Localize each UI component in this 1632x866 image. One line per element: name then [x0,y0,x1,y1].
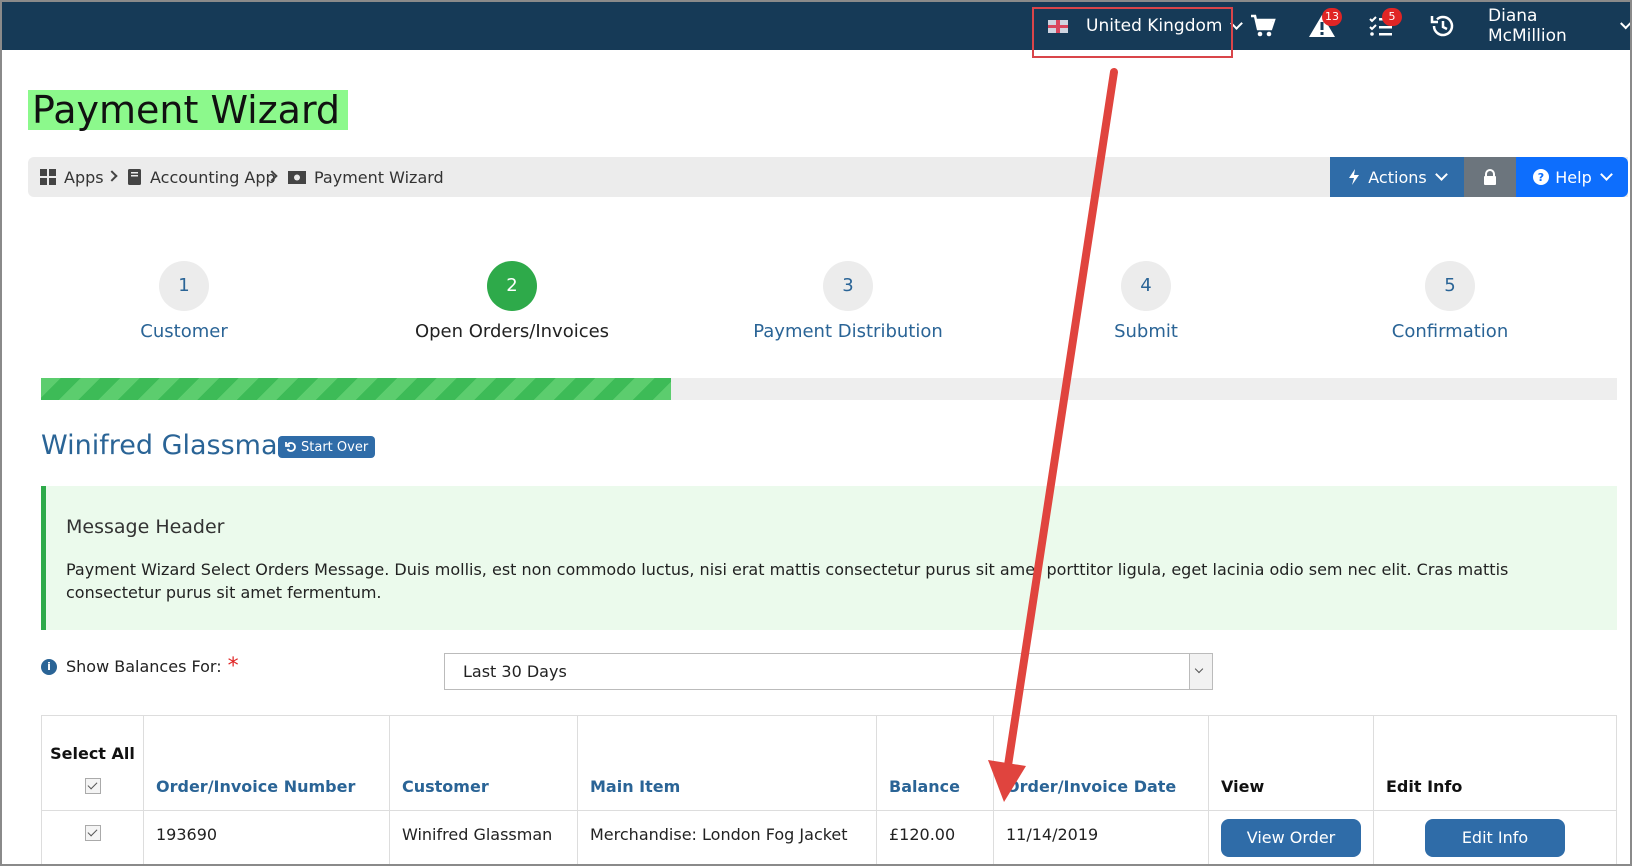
tasks-button[interactable]: 5 [1368,2,1402,50]
chevron-down-icon [1599,168,1613,181]
chevron-down-icon [1619,17,1630,30]
actions-label: Actions [1368,167,1427,187]
column-header-edit: Edit Info [1373,715,1617,811]
country-highlight-box [1032,7,1233,58]
orders-table: Select All Order/Invoice Number Customer… [41,715,1617,864]
cart-button[interactable] [1250,2,1276,50]
book-icon [128,169,141,185]
show-balances-label: i Show Balances For: * [41,654,239,679]
message-panel: Message Header Payment Wizard Select Ord… [41,486,1617,630]
breadcrumb-payment-wizard[interactable]: Payment Wizard [288,157,444,197]
step-customer[interactable]: 1 Customer [64,261,304,342]
column-header-balance[interactable]: Balance [876,715,994,811]
breadcrumb-label: Payment Wizard [314,167,444,187]
breadcrumb-label: Accounting App [150,167,276,187]
table-row: 193690 Winifred Glassman Merchandise: Lo… [41,810,1617,864]
message-body: Payment Wizard Select Orders Message. Du… [66,560,1509,602]
user-name: Diana McMillion [1488,6,1567,46]
step-label: Confirmation [1391,321,1509,342]
history-icon [1430,15,1454,37]
view-cell: View Order [1208,810,1374,864]
step-number: 1 [159,261,209,311]
user-menu[interactable]: Diana McMillion [1488,2,1630,50]
undo-icon [285,442,296,452]
alerts-button[interactable]: 13 [1308,2,1342,50]
breadcrumb-label: Apps [64,167,104,187]
row-main-item: Merchandise: London Fog Jacket [577,810,877,864]
step-submit[interactable]: 4 Submit [1026,261,1266,342]
row-checkbox[interactable] [84,825,101,841]
table-header-row: Select All Order/Invoice Number Customer… [41,715,1617,811]
row-select-cell [41,810,144,864]
cart-icon [1251,14,1276,37]
step-number: 2 [487,261,537,311]
lightning-icon [1349,169,1360,185]
balance-period-value: Last 30 Days [463,662,567,681]
step-label: Open Orders/Invoices [414,321,610,342]
progress-bar [41,378,1617,400]
actions-button[interactable]: Actions [1330,157,1464,197]
column-header-customer[interactable]: Customer [389,715,578,811]
step-number: 5 [1425,261,1475,311]
required-asterisk: * [227,654,239,679]
start-over-button[interactable]: Start Over [278,436,376,458]
select-all-label: Select All [50,744,135,763]
select-all-header: Select All [41,715,144,811]
page-title: Payment Wizard [28,90,349,130]
select-all-checkbox[interactable] [84,778,101,794]
money-icon [288,170,306,184]
lock-button[interactable] [1464,157,1516,197]
step-confirmation[interactable]: 5 Confirmation [1330,261,1570,342]
app-window: United Kingdom 13 5 Diana McMillion Paym… [0,0,1632,866]
start-over-label: Start Over [301,439,369,455]
step-label: Customer [140,321,228,342]
breadcrumb-accounting-app[interactable]: Accounting App [128,157,276,197]
step-number: 3 [823,261,873,311]
history-button[interactable] [1430,2,1456,50]
grid-icon [40,169,56,185]
breadcrumb-apps[interactable]: Apps [40,157,104,197]
message-header: Message Header [66,516,225,538]
top-navbar: United Kingdom 13 5 Diana McMillion [2,2,1630,50]
row-balance: £120.00 [876,810,994,864]
progress-bar-fill [41,378,672,400]
dropdown-arrow-icon[interactable] [1189,654,1212,689]
chevron-right-icon [106,170,118,182]
row-date: 11/14/2019 [993,810,1209,864]
edit-info-button[interactable]: Edit Info [1425,819,1565,857]
info-icon[interactable]: i [41,658,57,675]
step-label: Payment Distribution [753,321,943,342]
chevron-down-icon [1434,168,1448,181]
help-label: Help [1555,167,1592,187]
step-number: 4 [1121,261,1171,311]
view-order-button[interactable]: View Order [1221,819,1361,857]
show-balances-text: Show Balances For: [66,657,222,676]
help-button[interactable]: ? Help [1516,157,1628,197]
edit-cell: Edit Info [1373,810,1617,864]
column-header-view: View [1208,715,1374,811]
column-header-item[interactable]: Main Item [577,715,877,811]
balance-period-select[interactable]: Last 30 Days [444,653,1213,690]
alerts-count-badge: 13 [1322,8,1342,26]
column-header-date[interactable]: Order/Invoice Date [993,715,1209,811]
svg-text:?: ? [1538,171,1544,184]
step-payment-distribution[interactable]: 3 Payment Distribution [728,261,968,342]
lock-icon [1484,169,1496,185]
step-label: Submit [1114,321,1178,342]
order-number: 193690 [143,810,390,864]
row-customer: Winifred Glassman [389,810,578,864]
tasks-count-badge: 5 [1382,8,1402,26]
step-open-orders[interactable]: 2 Open Orders/Invoices [392,261,632,342]
column-header-number[interactable]: Order/Invoice Number [143,715,390,811]
customer-name: Winifred Glassman [41,430,295,461]
question-circle-icon: ? [1533,169,1550,185]
